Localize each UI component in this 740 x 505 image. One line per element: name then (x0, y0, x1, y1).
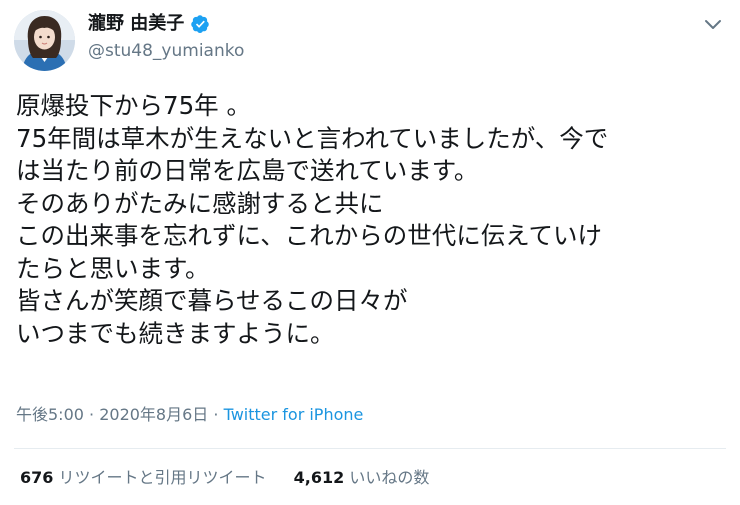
like-stat[interactable]: 4,612 いいねの数 (294, 467, 430, 489)
user-handle[interactable]: @stu48_yumianko (88, 40, 244, 62)
tweet-text-line: そのありがたみに感謝すると共に (16, 188, 384, 218)
tweet-meta: 午後5:00 · 2020年8月6日 · Twitter for iPhone (16, 404, 363, 426)
tweet-stats: 676 リツイートと引用リツイート 4,612 いいねの数 (20, 467, 451, 489)
retweet-label: リツイートと引用リツイート (58, 468, 267, 487)
tweet-time[interactable]: 午後5:00 (16, 405, 84, 424)
like-count: 4,612 (293, 468, 345, 487)
tweet-source-link[interactable]: Twitter for iPhone (224, 405, 364, 424)
verified-badge-icon (190, 14, 210, 34)
meta-separator: · (208, 405, 224, 424)
author-name-row: 瀧野 由美子 (88, 12, 210, 36)
tweet-date[interactable]: 2020年8月6日 (99, 405, 208, 424)
avatar[interactable] (14, 10, 75, 71)
tweet-card: 瀧野 由美子 @stu48_yumianko 原爆投下から75年 。 75年間は… (0, 0, 740, 505)
meta-separator: · (83, 405, 100, 424)
tweet-text-line: は当たり前の日常を広島で送れています。 (16, 156, 479, 185)
profile-photo (14, 10, 75, 71)
retweet-stat[interactable]: 676 リツイートと引用リツイート (20, 467, 267, 489)
display-name[interactable]: 瀧野 由美子 (88, 12, 184, 36)
tweet-text-line: たらと思います。 (16, 253, 210, 283)
chevron-down-icon[interactable] (704, 16, 722, 29)
tweet-text-line: 75年間は草木が生えないと言われていましたが、今で (16, 123, 609, 153)
retweet-count: 676 (20, 468, 54, 487)
tweet-text-line: この出来事を忘れずに、これからの世代に伝えていけ (16, 221, 603, 250)
divider (14, 448, 726, 449)
tweet-text-line: 皆さんが笑顔で暮らせるこの日々が (16, 286, 408, 315)
tweet-text-line: いつまでも続きますように。 (16, 318, 335, 348)
tweet-text-line: 原爆投下から75年 。 (16, 91, 251, 120)
like-label: いいねの数 (349, 468, 430, 487)
tweet-text: 原爆投下から75年 。 75年間は草木が生えないと言われていましたが、今で は当… (16, 90, 732, 350)
